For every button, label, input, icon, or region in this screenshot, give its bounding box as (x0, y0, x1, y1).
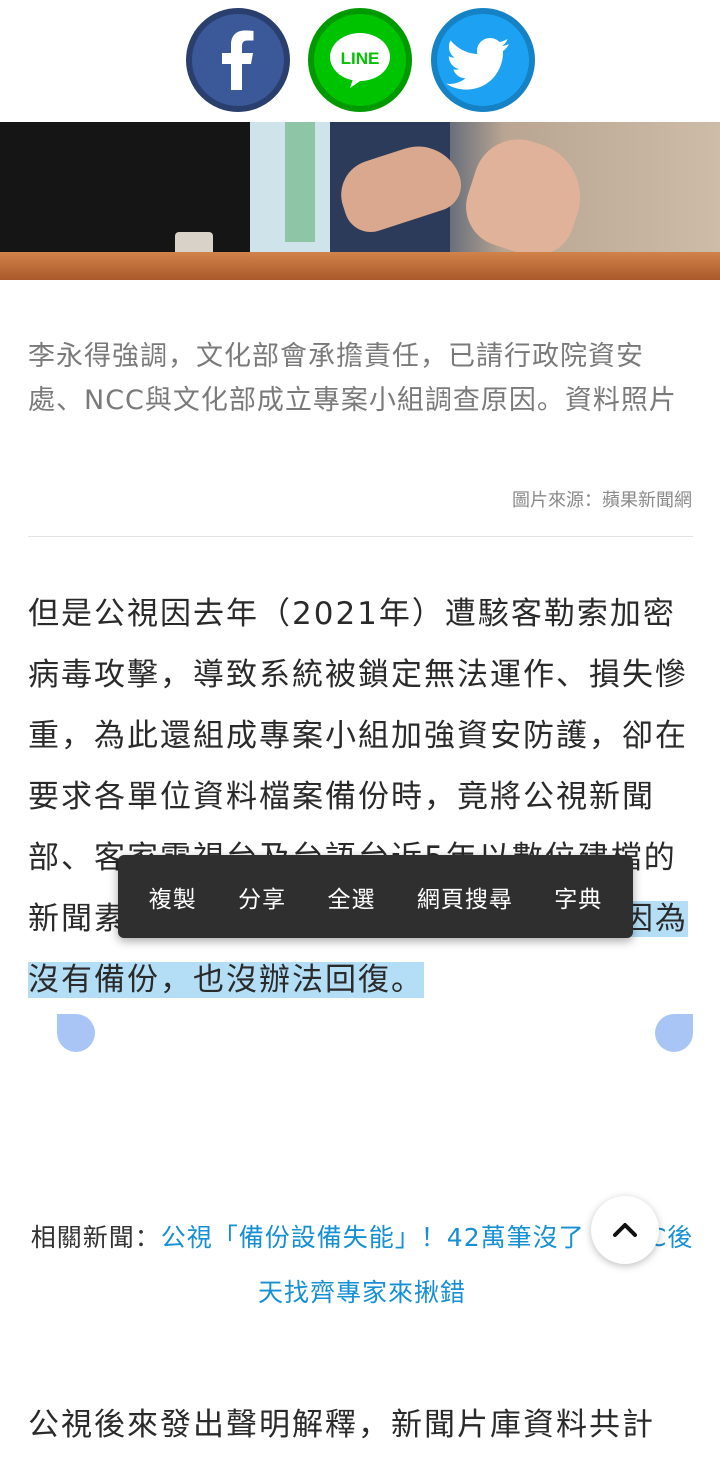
selection-handle-end[interactable] (655, 1014, 693, 1052)
photo-hand-right (455, 127, 595, 267)
article-photo (0, 122, 720, 280)
chevron-up-icon (613, 1223, 637, 1237)
photo-desk (0, 252, 720, 280)
copy-menu-item[interactable]: 複製 (149, 880, 197, 914)
scroll-to-top-button[interactable] (591, 1196, 659, 1264)
article-paragraph-2[interactable]: 公視後來發出聲明解釋，新聞片庫資料共計 (28, 1395, 696, 1456)
select-all-menu-item[interactable]: 全選 (327, 880, 375, 914)
selection-handle-start[interactable] (57, 1014, 95, 1052)
share-bar: LINE (0, 0, 720, 122)
divider (28, 536, 693, 537)
twitter-share-button[interactable] (431, 8, 535, 112)
line-share-button[interactable]: LINE (308, 8, 412, 112)
line-label: LINE (341, 49, 380, 68)
related-news-label: 相關新聞： (30, 1223, 161, 1252)
photo-credit: 圖片來源：蘋果新聞網 (512, 490, 692, 511)
share-menu-item[interactable]: 分享 (238, 880, 286, 914)
photo-tie (285, 122, 315, 242)
text-selection-menu: 複製 分享 全選 網頁搜尋 字典 (118, 855, 633, 938)
line-icon: LINE (330, 33, 390, 88)
dictionary-menu-item[interactable]: 字典 (554, 880, 602, 914)
facebook-share-button[interactable] (186, 8, 290, 112)
photo-caption: 李永得強調，文化部會承擔責任，已請行政院資安處、NCC與文化部成立專案小組調查原… (28, 341, 677, 416)
web-search-menu-item[interactable]: 網頁搜尋 (417, 880, 513, 914)
article-paragraph[interactable]: 但是公視因去年（2021年）遭駭客勒索加密病毒攻擊，導致系統被鎖定無法運作、損失… (28, 584, 696, 1011)
photo-monitor (0, 122, 255, 252)
twitter-bird-icon (446, 38, 509, 90)
facebook-icon (222, 30, 254, 90)
